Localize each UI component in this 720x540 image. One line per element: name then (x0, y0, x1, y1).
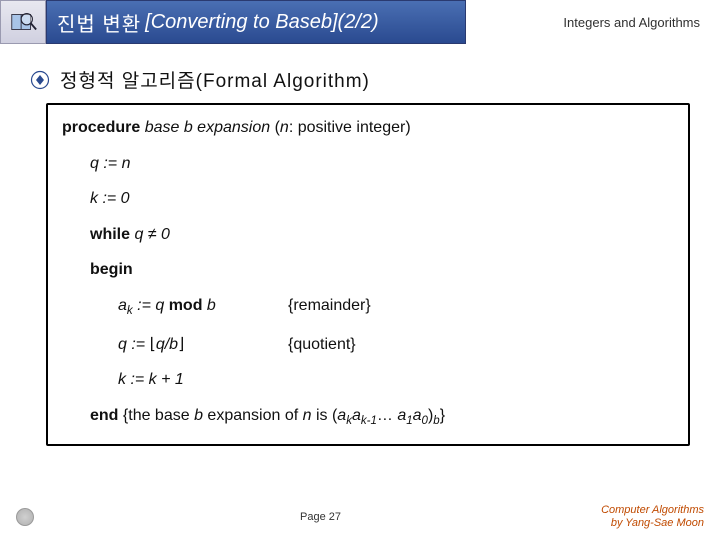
section-header: 정형적 알고리즘(Formal Algorithm) (30, 66, 720, 93)
algo-line-end: end {the base b expansion of n is (akak-… (62, 405, 674, 430)
algo-line-while: while q ≠ 0 (62, 224, 674, 246)
algo-line-q-init: q := n (62, 153, 674, 175)
university-badge-icon (16, 508, 34, 526)
credit-line-1: Computer Algorithms (601, 504, 704, 517)
algo-line-begin: begin (62, 259, 674, 281)
title-b-var: b (321, 11, 332, 34)
proc-name: base b expansion (140, 119, 274, 136)
algo-procedure-line: procedure base b expansion (n: positive … (62, 117, 674, 139)
footer: Page 27 Computer Algorithms by Yang-Sae … (0, 500, 720, 540)
title-korean: 진법 변환 (57, 8, 141, 37)
title-converting: Converting to Base (151, 11, 321, 34)
algo-line-k-inc: k := k + 1 (62, 369, 674, 391)
page-number: Page 27 (300, 511, 341, 523)
magnifier-book-icon (8, 7, 38, 37)
crest-bullet-icon (30, 70, 50, 90)
kw-while: while (90, 226, 130, 243)
footer-credit: Computer Algorithms by Yang-Sae Moon (601, 504, 704, 530)
kw-begin: begin (90, 261, 133, 278)
algorithm-box: procedure base b expansion (n: positive … (46, 103, 690, 446)
algo-line-ak: ak := q mod b {remainder} (62, 295, 674, 320)
kw-mod: mod (169, 297, 203, 314)
algo-line-k-init: k := 0 (62, 188, 674, 210)
chapter-label: Integers and Algorithms (466, 0, 720, 44)
slide-title-bar: 진법 변환 [ Converting to Base b ] (2/2) (46, 0, 466, 44)
kw-end: end (90, 407, 118, 424)
kw-procedure: procedure (62, 119, 140, 136)
footer-left (16, 508, 40, 526)
algo-line-q-floor: q := ⌊q/b⌋ {quotient} (62, 334, 674, 356)
note-remainder: {remainder} (288, 295, 371, 320)
title-page-part: (2/2) (338, 11, 379, 34)
slide-logo (0, 0, 46, 44)
credit-line-2: by Yang-Sae Moon (601, 517, 704, 530)
section-title: 정형적 알고리즘(Formal Algorithm) (60, 66, 370, 93)
note-quotient: {quotient} (288, 334, 356, 356)
proc-args: (n: positive integer) (275, 119, 411, 136)
header-band: 진법 변환 [ Converting to Base b ] (2/2) Int… (0, 0, 720, 44)
